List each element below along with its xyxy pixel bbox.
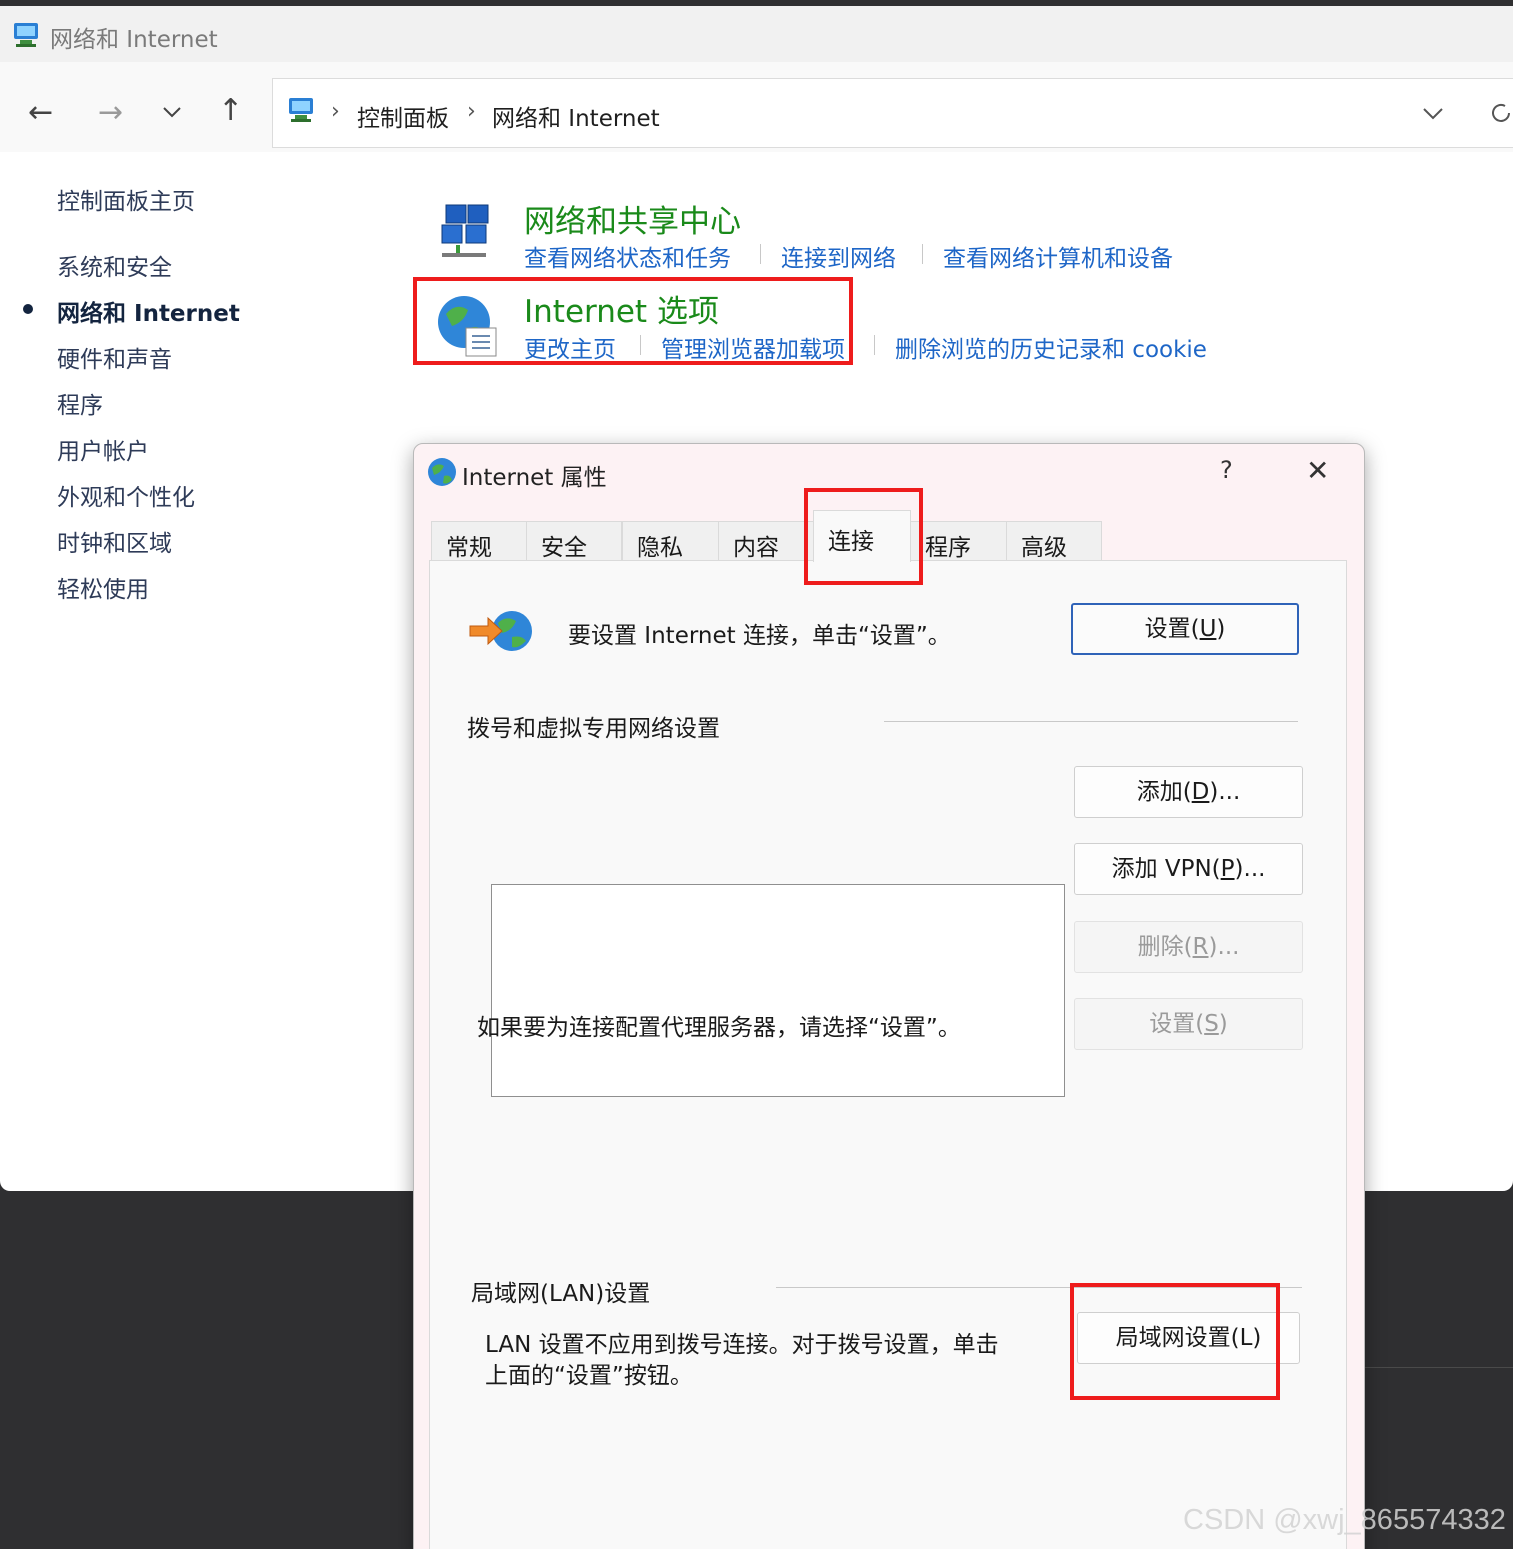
group-divider: [884, 721, 1298, 722]
lan-group-label: 局域网(LAN)设置: [471, 1281, 651, 1307]
tab-content[interactable]: 内容: [718, 521, 814, 561]
nav-user-accounts[interactable]: 用户帐户: [57, 432, 149, 466]
button-label-suffix: )...: [1209, 779, 1241, 805]
link-separator: [760, 244, 761, 264]
proxy-settings-button[interactable]: 设置(S): [1074, 998, 1303, 1050]
lan-instructions-line2: 上面的“设置”按钮。: [485, 1363, 693, 1389]
link-separator: [874, 335, 875, 355]
button-label: 添加 VPN(: [1111, 856, 1221, 882]
tab-label: 程序: [925, 535, 971, 561]
setup-instructions: 要设置 Internet 连接，单击“设置”。: [568, 623, 951, 649]
nav-hardware-sound[interactable]: 硬件和声音: [57, 340, 172, 374]
access-key: R: [1192, 934, 1209, 960]
background-divider: [1365, 1367, 1513, 1368]
tab-label: 常规: [446, 535, 492, 561]
button-label: 添加(: [1136, 779, 1192, 805]
close-icon[interactable]: ✕: [1306, 454, 1329, 487]
remove-button[interactable]: 删除(R)...: [1074, 921, 1303, 973]
button-label-suffix: )...: [1234, 856, 1266, 882]
tab-label: 内容: [733, 535, 779, 561]
active-bullet-icon: [23, 304, 33, 314]
breadcrumb-chevron-icon: ›: [467, 99, 476, 124]
tab-privacy[interactable]: 隐私: [622, 521, 719, 561]
button-label: 删除(: [1137, 934, 1193, 960]
control-panel-icon: [12, 20, 42, 52]
access-key: D: [1191, 779, 1210, 805]
add-button[interactable]: 添加(D)...: [1074, 766, 1303, 818]
breadcrumb-control-panel[interactable]: 控制面板: [357, 99, 449, 133]
nav-clock-region[interactable]: 时钟和区域: [57, 524, 172, 558]
network-center-icon: [436, 201, 496, 265]
watermark: CSDN @xwj_865574332: [1183, 1504, 1506, 1536]
tab-label: 隐私: [637, 535, 683, 561]
window-title: 网络和 Internet: [50, 27, 218, 53]
tab-advanced[interactable]: 高级: [1006, 521, 1102, 561]
highlight-box-internet-options: [413, 277, 853, 365]
connection-list[interactable]: [491, 884, 1065, 1097]
delete-history-link[interactable]: 删除浏览的历史记录和 cookie: [895, 330, 1207, 364]
proxy-instructions: 如果要为连接配置代理服务器，请选择“设置”。: [477, 1015, 961, 1041]
button-label: 设置(: [1149, 1011, 1205, 1037]
view-network-status-link[interactable]: 查看网络状态和任务: [524, 239, 731, 273]
highlight-box-lan-settings: [1070, 1283, 1280, 1400]
address-bar[interactable]: › 控制面板 › 网络和 Internet: [272, 78, 1513, 148]
connection-wizard-icon: [468, 609, 534, 659]
view-network-computers-link[interactable]: 查看网络计算机和设备: [943, 239, 1173, 273]
back-arrow-icon[interactable]: ←: [28, 98, 53, 128]
nav-network-internet[interactable]: 网络和 Internet: [57, 294, 240, 328]
button-label-suffix: ): [1218, 1011, 1228, 1037]
refresh-icon[interactable]: [1489, 101, 1513, 129]
add-vpn-button[interactable]: 添加 VPN(P)...: [1074, 843, 1303, 895]
recent-locations-chevron-icon[interactable]: [160, 100, 184, 128]
nav-control-panel-home[interactable]: 控制面板主页: [57, 182, 195, 216]
internet-properties-dialog: Internet 属性 ? ✕ 常规 安全 隐私 内容 程序 高级 要设置 In…: [413, 443, 1365, 1549]
access-key: P: [1220, 856, 1235, 882]
tab-label: 安全: [541, 535, 587, 561]
nav-programs[interactable]: 程序: [57, 386, 103, 420]
tab-general[interactable]: 常规: [431, 521, 527, 561]
nav-ease-of-access[interactable]: 轻松使用: [57, 570, 149, 604]
connections-tab-panel: 要设置 Internet 连接，单击“设置”。 设置(U) 拨号和虚拟专用网络设…: [429, 560, 1347, 1549]
title-bar: 网络和 Internet: [0, 6, 1513, 62]
dialog-title: Internet 属性: [462, 465, 607, 491]
tab-security[interactable]: 安全: [526, 521, 622, 561]
highlight-box-connections-tab: [804, 488, 923, 585]
button-label-suffix: )...: [1208, 934, 1240, 960]
network-center-title[interactable]: 网络和共享中心: [524, 196, 741, 241]
setup-button[interactable]: 设置(U): [1071, 603, 1299, 655]
tab-label: 高级: [1021, 535, 1067, 561]
forward-arrow-icon[interactable]: →: [98, 98, 123, 128]
connect-network-link[interactable]: 连接到网络: [781, 239, 896, 273]
help-button[interactable]: ?: [1220, 456, 1233, 484]
breadcrumb-chevron-icon: ›: [331, 99, 340, 124]
nav-system-security[interactable]: 系统和安全: [57, 248, 172, 282]
button-label: 设置(: [1144, 616, 1200, 642]
control-panel-icon: [287, 95, 317, 127]
tab-programs[interactable]: 程序: [910, 521, 1007, 561]
breadcrumb-network-internet[interactable]: 网络和 Internet: [492, 99, 660, 133]
address-dropdown-chevron-icon[interactable]: [1421, 101, 1445, 129]
lan-instructions-line1: LAN 设置不应用到拨号连接。对于拨号设置，单击: [485, 1332, 999, 1358]
button-label-suffix: ): [1216, 616, 1226, 642]
access-key: S: [1204, 1011, 1219, 1037]
access-key: U: [1199, 616, 1217, 642]
nav-appearance[interactable]: 外观和个性化: [57, 478, 195, 512]
link-separator: [922, 244, 923, 264]
internet-globe-icon: [426, 456, 458, 492]
dialup-group-label: 拨号和虚拟专用网络设置: [467, 716, 720, 742]
up-arrow-icon[interactable]: ↑: [218, 96, 243, 126]
